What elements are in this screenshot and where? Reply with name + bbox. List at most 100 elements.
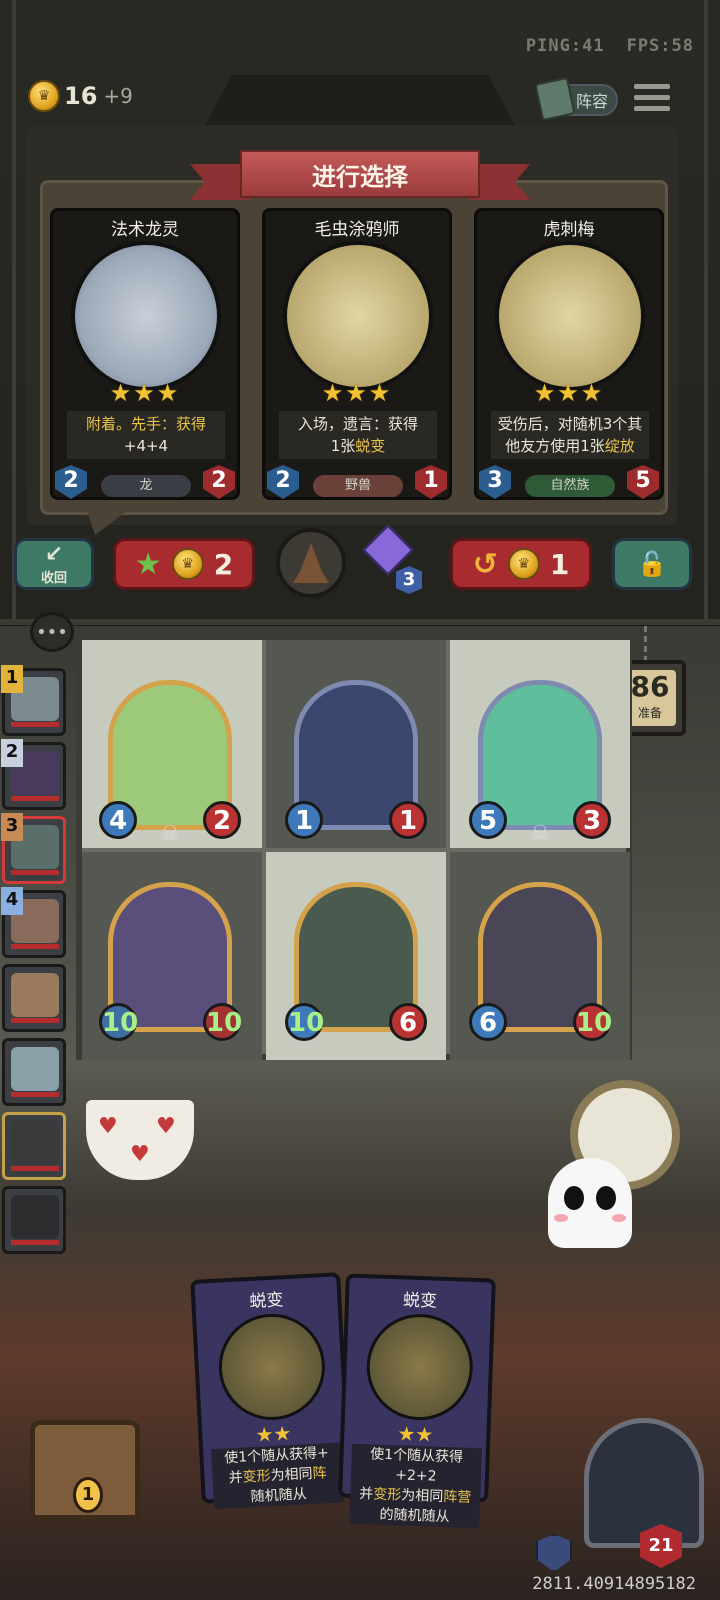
card-description: 受伤后，对随机3个其他友方使用1张绽放 xyxy=(491,411,649,459)
upgrade-star-icon: ★ xyxy=(134,546,162,582)
caterpillar-portrait xyxy=(283,241,433,391)
choice-card[interactable]: 毛虫涂鸦师 ★★★ 入场，遗言：获得 1张蜕变 野兽 2 1 xyxy=(262,208,452,500)
board-cell[interactable]: 6 10 xyxy=(450,852,630,1060)
card-attack: 3 xyxy=(479,465,511,499)
player-rank: 4 xyxy=(1,887,23,915)
card-health: 2 xyxy=(203,465,235,499)
player-portrait[interactable]: 3 xyxy=(1,813,66,884)
chest-count: 1 xyxy=(73,1477,103,1513)
chat-button[interactable]: ••• xyxy=(30,612,74,652)
refresh-button[interactable]: ↺ ♛ 1 xyxy=(450,538,592,590)
hand-card-title: 蜕变 xyxy=(248,1290,284,1312)
upgrade-button[interactable]: ★ ♛ 2 xyxy=(113,538,255,590)
ghost-mascot[interactable] xyxy=(548,1158,632,1248)
book-icon xyxy=(534,76,576,122)
menu-button[interactable] xyxy=(634,84,670,116)
coin-icon: ♛ xyxy=(28,80,60,112)
minion-attack: 6 xyxy=(469,1003,507,1041)
chat-icon: ••• xyxy=(36,621,68,643)
timer-chain xyxy=(644,626,654,662)
lineup-button[interactable]: 阵容 xyxy=(534,76,618,122)
player-portrait[interactable] xyxy=(2,1038,66,1106)
card-description: 入场，遗言：获得 1张蜕变 xyxy=(279,411,437,459)
board-minion[interactable]: 1 1 xyxy=(285,680,427,839)
gem-count: 3 xyxy=(396,566,422,594)
minion-health: 6 xyxy=(389,1003,427,1041)
player-rank: 1 xyxy=(1,665,23,693)
hero-portrait[interactable] xyxy=(584,1418,704,1548)
card-tribe: 龙 xyxy=(101,475,191,497)
arrow-down-left-icon: ↙ xyxy=(44,542,64,567)
gold-display: ♛ 16 +9 xyxy=(28,80,133,112)
network-stats: PING:41 FPS:58 xyxy=(526,36,694,56)
wizard-hat-button[interactable] xyxy=(276,528,346,598)
card-name: 虎刺梅 xyxy=(543,220,595,240)
card-tribe: 野兽 xyxy=(313,475,403,497)
wizard-hat-icon xyxy=(293,543,329,583)
hand-card-description: 使1个随从获得+ 并变形为相同阵 随机随从 xyxy=(211,1442,345,1510)
minion-health: 3 xyxy=(573,801,611,839)
choice-card[interactable]: 法术龙灵 ★★★ 附着。先手：获得 +4+4 龙 2 2 xyxy=(50,208,240,500)
card-name: 毛虫涂鸦师 xyxy=(314,220,400,240)
board-cell[interactable]: 10 6 xyxy=(266,852,446,1060)
coin-icon: ♛ xyxy=(507,548,540,580)
cocoon-art xyxy=(364,1312,475,1422)
player-portrait[interactable]: 1 xyxy=(1,665,66,736)
refresh-cost: 1 xyxy=(549,547,570,581)
board-minion[interactable]: 6 10 xyxy=(469,882,612,1041)
lineup-label: 阵容 xyxy=(575,92,608,111)
choice-card[interactable]: 虎刺梅 ★★★ 受伤后，对随机3个其他友方使用1张绽放 自然族 3 5 xyxy=(474,208,664,500)
board-minion[interactable]: 10 6 xyxy=(285,882,427,1041)
recall-button[interactable]: ↙ 收回 xyxy=(14,538,94,590)
board-minion[interactable]: 4 2 ☠ xyxy=(99,680,241,847)
card-stars: ★★★ xyxy=(533,379,605,407)
board-cell[interactable]: 5 3 ☠ xyxy=(450,640,630,848)
shop-panel: PING:41 FPS:58 ♛ 16 +9 阵容 进行选择 法术龙灵 ★★★ … xyxy=(0,0,720,625)
minion-attack: 10 xyxy=(99,1003,138,1041)
cocoon-art xyxy=(216,1311,328,1423)
selection-banner: 进行选择 xyxy=(190,150,530,206)
minion-attack: 10 xyxy=(285,1003,324,1041)
card-stars: ★★★ xyxy=(109,379,181,407)
hand-card-title: 蜕变 xyxy=(402,1290,438,1312)
deathrattle-skull-icon: ☠ xyxy=(160,822,180,847)
minion-attack: 5 xyxy=(469,801,507,839)
player-portrait[interactable] xyxy=(2,1186,66,1254)
player-portrait[interactable]: 2 xyxy=(1,739,66,810)
board-cell[interactable]: 1 1 xyxy=(266,640,446,848)
card-tribe: 自然族 xyxy=(525,475,615,497)
board-minion[interactable]: 10 10 xyxy=(99,882,242,1041)
minion-health: 10 xyxy=(203,1003,242,1041)
lock-icon: 🔓 xyxy=(637,550,667,578)
ping-text: PING:41 xyxy=(525,36,605,56)
hand-card[interactable]: 蜕变 ★★ 使1个随从获得+2+2 并变形为相同阵营 的随机随从 xyxy=(338,1273,496,1529)
hand-card[interactable]: 蜕变 ★★ 使1个随从获得+ 并变形为相同阵 随机随从 xyxy=(190,1272,352,1510)
plant-girl-portrait xyxy=(495,241,645,391)
player-list: 1 2 3 4 xyxy=(1,665,72,1260)
upgrade-cost: 2 xyxy=(213,547,234,581)
player-portrait[interactable] xyxy=(2,964,66,1032)
player-portrait[interactable] xyxy=(2,1112,66,1180)
board-cell[interactable]: 10 10 xyxy=(82,852,262,1060)
gold-value: 16 xyxy=(64,82,98,110)
coin-icon: ♛ xyxy=(171,548,204,580)
card-name: 法术龙灵 xyxy=(111,220,179,240)
minion-health: 2 xyxy=(203,801,241,839)
recall-label: 收回 xyxy=(40,571,67,586)
board-minion[interactable]: 5 3 ☠ xyxy=(469,680,611,847)
lock-button[interactable]: 🔓 xyxy=(612,538,692,590)
player-portrait[interactable]: 4 xyxy=(1,887,66,958)
board: 4 2 ☠ 1 1 5 3 ☠ 10 10 10 6 6 10 xyxy=(76,634,632,1060)
card-health: 1 xyxy=(415,465,447,499)
card-description: 附着。先手：获得 +4+4 xyxy=(67,411,225,459)
menu-icon xyxy=(634,84,670,89)
gem-counter[interactable]: 3 xyxy=(362,524,422,594)
card-attack: 2 xyxy=(55,465,87,499)
card-attack: 2 xyxy=(267,465,299,499)
minion-health: 1 xyxy=(389,801,427,839)
card-health: 5 xyxy=(627,465,659,499)
fps-text: FPS:58 xyxy=(626,36,694,56)
board-cell[interactable]: 4 2 ☠ xyxy=(82,640,262,848)
player-rank: 3 xyxy=(1,813,23,841)
treasure-chest[interactable]: 1 xyxy=(30,1420,140,1520)
